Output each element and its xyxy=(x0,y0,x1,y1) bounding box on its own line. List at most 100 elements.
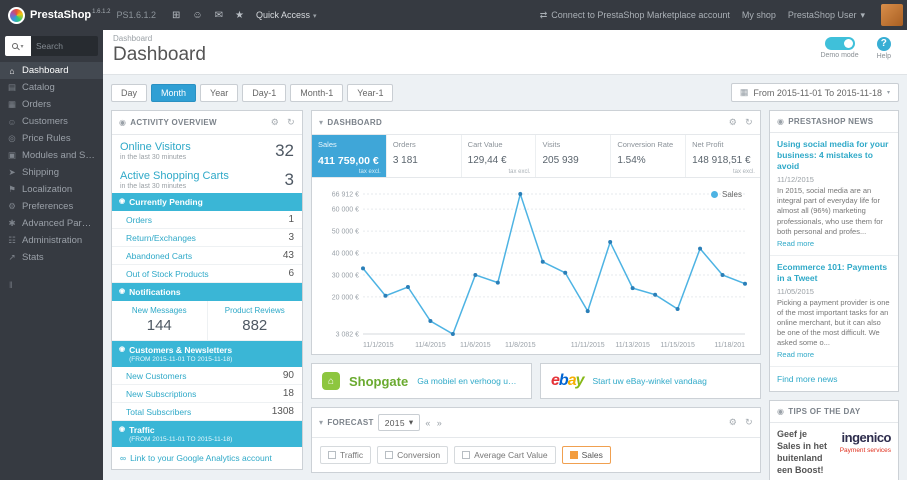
google-analytics-link[interactable]: ∞ Link to your Google Analytics account xyxy=(112,447,302,469)
shopgate-link[interactable]: Ga mobiel en verhoog uw omzet xyxy=(417,376,521,386)
sidebar-search[interactable]: ▾ Search xyxy=(5,36,98,56)
kpi-sales[interactable]: Sales 411 759,00 € tax excl. xyxy=(312,135,387,177)
tab-year-1[interactable]: Year-1 xyxy=(347,83,394,102)
forecast-toggle-conversion[interactable]: Conversion xyxy=(377,446,449,464)
row-link[interactable]: Out of Stock Products xyxy=(126,269,209,279)
search-input[interactable]: Search xyxy=(31,36,98,56)
ebay-link[interactable]: Start uw eBay-winkel vandaag xyxy=(593,376,707,386)
help-icon[interactable]: ? xyxy=(876,37,891,51)
shopgate-promo[interactable]: ⌂ Shopgate Ga mobiel en verhoog uw omzet xyxy=(311,363,532,399)
traffic-section-header: ◉ Traffic (FROM 2015-11-01 TO 2015-11-18) xyxy=(112,421,302,448)
refresh-icon[interactable]: ↻ xyxy=(287,117,295,128)
news-headline[interactable]: Using social media for your business: 4 … xyxy=(777,139,891,172)
prestashop-admin: PrestaShop1.6.1.2 PS1.6.1.2 ⊞ ☺ ✉ ★ Quic… xyxy=(0,0,907,480)
sidebar-collapse-button[interactable]: ‖ xyxy=(0,276,103,294)
tab-month-1[interactable]: Month-1 xyxy=(290,83,344,102)
online-visitors-link[interactable]: Online Visitors xyxy=(120,141,191,153)
ebay-letter: a xyxy=(567,372,577,389)
chevron-down-icon: ▾ xyxy=(313,13,317,20)
active-carts-link[interactable]: Active Shopping Carts xyxy=(120,170,229,182)
row-link[interactable]: Abandoned Carts xyxy=(126,251,192,261)
sidebar-item-dashboard[interactable]: ⌂ Dashboard xyxy=(0,62,103,79)
customers-icon[interactable]: ☺ xyxy=(192,10,202,21)
row-value: 18 xyxy=(282,388,294,400)
ebay-promo[interactable]: ebay Start uw eBay-winkel vandaag xyxy=(540,363,761,399)
user-menu[interactable]: PrestaShop User ▾ xyxy=(788,10,865,21)
sidebar-item-customers[interactable]: ☺ Customers xyxy=(0,113,103,130)
cart-icon[interactable]: ⊞ xyxy=(172,10,180,21)
modules-icon: ▣ xyxy=(7,150,17,160)
gear-icon[interactable]: ⚙ xyxy=(729,417,737,428)
sidebar-item-preferences[interactable]: ⚙ Preferences xyxy=(0,198,103,215)
star-icon[interactable]: ★ xyxy=(235,10,244,21)
row-link[interactable]: New Customers xyxy=(126,371,186,381)
forecast-toggle-sales[interactable]: Sales xyxy=(561,446,611,464)
row-link[interactable]: Total Subscribers xyxy=(126,407,191,417)
sidebar-item-catalog[interactable]: ▤ Catalog xyxy=(0,79,103,96)
row-link[interactable]: Return/Exchanges xyxy=(126,233,196,243)
tab-day-1[interactable]: Day-1 xyxy=(242,83,287,102)
refresh-icon[interactable]: ↻ xyxy=(745,117,753,128)
section-subtitle: (FROM 2015-11-01 TO 2015-11-18) xyxy=(129,435,233,443)
topbar: PrestaShop1.6.1.2 PS1.6.1.2 ⊞ ☺ ✉ ★ Quic… xyxy=(0,0,907,30)
sidebar-item-label: Shipping xyxy=(22,167,59,178)
previous-year-button[interactable]: « xyxy=(425,418,430,428)
sidebar-item-price-rules[interactable]: ◎ Price Rules xyxy=(0,130,103,147)
kpi-label: Visits xyxy=(542,140,561,149)
gear-icon[interactable]: ⚙ xyxy=(729,117,737,128)
sidebar-item-localization[interactable]: ⚑ Localization xyxy=(0,181,103,198)
activity-column: ◉ ACTIVITY OVERVIEW ⚙ ↻ Online Visitors … xyxy=(111,110,303,471)
my-shop-link[interactable]: My shop xyxy=(742,10,776,20)
chart-legend[interactable]: Sales xyxy=(710,190,742,199)
read-more-link[interactable]: Read more xyxy=(777,350,891,359)
sidebar-item-shipping[interactable]: ➤ Shipping xyxy=(0,164,103,181)
read-more-link[interactable]: Read more xyxy=(777,239,891,248)
panel-caret-icon[interactable]: ▾ xyxy=(319,418,323,427)
tab-day[interactable]: Day xyxy=(111,83,148,102)
avatar[interactable] xyxy=(881,4,903,26)
forecast-toggle-traffic[interactable]: Traffic xyxy=(320,446,372,464)
refresh-icon[interactable]: ↻ xyxy=(745,417,753,428)
chevron-down-icon: ▾ xyxy=(408,417,414,427)
find-more-news-link[interactable]: Find more news xyxy=(770,367,898,391)
news-headline[interactable]: Ecommerce 101: Payments in a Tweet xyxy=(777,262,891,284)
kpi-orders[interactable]: Orders 3 181 xyxy=(387,135,462,177)
kpi-value: 1.54% xyxy=(617,155,646,166)
quick-access-menu[interactable]: Quick Access ▾ xyxy=(256,10,317,20)
tab-year[interactable]: Year xyxy=(200,83,239,102)
tab-month[interactable]: Month xyxy=(151,83,197,102)
sidebar-item-modules[interactable]: ▣ Modules and Services xyxy=(0,147,103,164)
page-title: Dashboard xyxy=(113,44,206,65)
marketplace-link[interactable]: ⇄ Connect to PrestaShop Marketplace accou… xyxy=(540,10,730,21)
product-reviews-cell[interactable]: Product Reviews 882 xyxy=(208,301,303,340)
sidebar-item-administration[interactable]: ☷ Administration xyxy=(0,232,103,249)
kpi-label: Conversion Rate xyxy=(617,140,674,149)
date-range-picker[interactable]: ▦ From 2015-11-01 To 2015-11-18 ▾ xyxy=(730,83,899,102)
forecast-year-select[interactable]: 2015 ▾ xyxy=(377,414,421,431)
pending-row-returns: Return/Exchanges 3 xyxy=(112,229,302,248)
tips-top: Geef je Sales in het buitenland een Boos… xyxy=(777,429,892,476)
forecast-toggle-average-cart-value[interactable]: Average Cart Value xyxy=(454,446,556,464)
sidebar-item-advanced-parameters[interactable]: ✱ Advanced Parameters xyxy=(0,215,103,232)
new-messages-cell[interactable]: New Messages 144 xyxy=(112,301,208,341)
panel-caret-icon[interactable]: ▾ xyxy=(319,118,323,127)
search-scope-button[interactable]: ▾ xyxy=(5,36,31,56)
prestashop-logo[interactable] xyxy=(8,6,25,24)
row-link[interactable]: New Subscriptions xyxy=(126,389,196,399)
demo-mode-toggle[interactable] xyxy=(824,37,855,50)
kpi-conversion-rate[interactable]: Conversion Rate 1.54% xyxy=(611,135,687,177)
chevron-down-icon: ▾ xyxy=(860,9,865,20)
next-year-button[interactable]: » xyxy=(437,418,442,428)
news-panel-title: PRESTASHOP NEWS xyxy=(788,117,874,126)
forecast-panel-header: ▾ FORECAST 2015 ▾ « » ⚙ ↻ xyxy=(312,408,760,438)
pending-row-orders: Orders 1 xyxy=(112,211,302,230)
gear-icon[interactable]: ⚙ xyxy=(271,117,279,128)
kpi-visits[interactable]: Visits 205 939 xyxy=(536,135,612,177)
row-link[interactable]: Orders xyxy=(126,215,152,225)
messages-icon[interactable]: ✉ xyxy=(215,10,223,21)
sidebar-item-stats[interactable]: ↗ Stats xyxy=(0,249,103,266)
sidebar-item-orders[interactable]: ▦ Orders xyxy=(0,96,103,113)
kpi-cart-value[interactable]: Cart Value 129,44 € tax excl. xyxy=(462,135,537,177)
kpi-net-profit[interactable]: Net Profit 148 918,51 € tax excl. xyxy=(686,135,760,177)
home-icon: ⌂ xyxy=(9,65,15,76)
